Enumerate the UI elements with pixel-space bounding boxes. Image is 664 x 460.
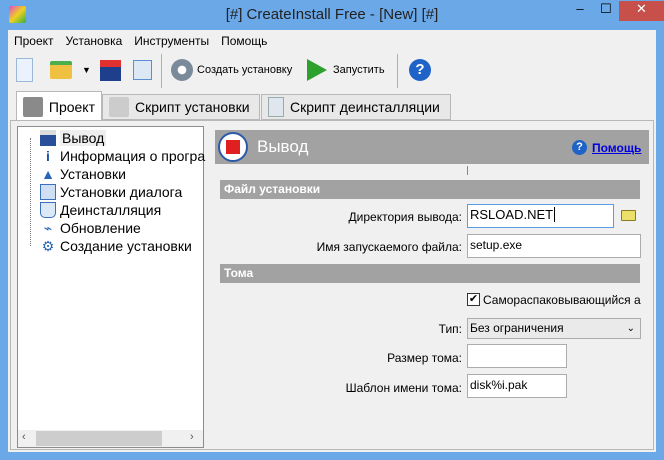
tree-item-update[interactable]: ⌁ Обновление	[40, 219, 141, 237]
type-select[interactable]: Без ограничения ⌄	[467, 318, 641, 339]
header-title: Вывод	[257, 137, 309, 156]
output-dir-input[interactable]: RSLOAD.NET	[467, 204, 614, 228]
type-label: Тип:	[438, 322, 462, 336]
tree-label: Вывод	[60, 130, 107, 146]
gears-icon	[171, 59, 193, 81]
section-file: Файл установки	[220, 180, 640, 199]
volume-template-label: Шаблон имени тома:	[345, 381, 462, 395]
tab-label: Проект	[48, 98, 95, 115]
scrollbar-thumb[interactable]	[36, 431, 162, 446]
satellite-icon: ⌁	[43, 220, 53, 236]
build-button[interactable]: Создать установку	[171, 56, 292, 84]
menu-help[interactable]: Помощь	[215, 32, 273, 50]
tree-item-settings[interactable]: ▲ Установки	[40, 165, 126, 183]
divider	[467, 166, 468, 175]
run-button[interactable]: Запустить	[307, 56, 385, 84]
sfx-checkbox[interactable]: ✔	[467, 293, 480, 306]
title-bar: [#] CreateInstall Free - [New] [#] – ☐ ✕	[0, 0, 664, 30]
sfx-label: Самораспаковывающийся арх	[483, 293, 641, 307]
new-file-icon	[16, 58, 33, 82]
type-value: Без ограничения	[470, 321, 564, 335]
maximize-button[interactable]: ☐	[593, 1, 619, 21]
tree-label: Установки диалога	[60, 184, 183, 200]
tab-label: Скрипт установки	[135, 99, 250, 115]
scroll-left-icon[interactable]: ‹	[22, 431, 26, 443]
tree-item-output[interactable]: Вывод	[40, 129, 107, 147]
menu-tools[interactable]: Инструменты	[128, 32, 215, 50]
output-dir-value: RSLOAD.NET	[470, 207, 554, 222]
project-icon	[23, 96, 43, 117]
volume-size-input[interactable]	[467, 344, 567, 368]
output-dir-label: Директория вывода:	[348, 210, 462, 224]
tree-item-dialog-settings[interactable]: Установки диалога	[40, 183, 182, 201]
browse-folder-icon[interactable]	[621, 210, 636, 221]
toolbar-separator	[161, 54, 162, 88]
uninstall-icon	[40, 202, 56, 218]
cd-icon	[109, 97, 129, 117]
project-tree: Вывод i Информация о програ ▲ Установки Ус…	[17, 126, 205, 448]
chevron-down-icon: ▼	[82, 65, 91, 75]
tree-label: Обновление	[60, 220, 141, 236]
tab-install-script[interactable]: Скрипт установки	[102, 94, 260, 120]
help-icon: ?	[409, 59, 431, 81]
volume-template-input[interactable]: disk%i.pak	[467, 374, 567, 398]
chevron-down-icon: ⌄	[626, 323, 635, 334]
toolbar-separator	[397, 54, 398, 88]
exe-name-label: Имя запускаемого файла:	[316, 240, 462, 254]
tree-horizontal-scrollbar[interactable]: ‹ ›	[18, 430, 203, 447]
tab-uninstall-script[interactable]: Скрипт деинсталляции	[261, 94, 451, 120]
new-button[interactable]	[16, 56, 33, 84]
dialog-icon	[40, 184, 56, 200]
floppy-icon	[40, 130, 56, 146]
tree-label: Создание установки	[60, 238, 192, 254]
window-title: [#] CreateInstall Free - [New] [#]	[225, 6, 439, 23]
tree-item-build[interactable]: ⚙ Создание установки	[40, 237, 192, 255]
scroll-right-icon[interactable]: ›	[190, 431, 194, 443]
tree-label: Информация о програ	[60, 148, 206, 164]
help-button[interactable]: ?	[409, 56, 431, 84]
tab-label: Скрипт деинсталляции	[290, 99, 440, 115]
gear-icon: ⚙	[41, 238, 55, 254]
open-button[interactable]	[50, 56, 72, 84]
tree-item-info[interactable]: i Информация о програ	[40, 147, 205, 165]
menu-bar: Проект Установка Инструменты Помощь	[8, 32, 273, 50]
build-label: Создать установку	[197, 64, 293, 76]
help-icon[interactable]: ?	[572, 140, 587, 155]
tab-project[interactable]: Проект	[16, 91, 102, 121]
shapes-icon: ▲	[41, 166, 55, 182]
close-button[interactable]: ✕	[619, 1, 664, 21]
open-folder-icon	[50, 61, 72, 79]
info-icon: i	[46, 148, 50, 164]
help-link[interactable]: Помощь	[592, 141, 641, 155]
section-header: Вывод ? Помощь	[215, 130, 649, 164]
tree-label: Деинсталляция	[60, 202, 162, 218]
print-icon	[133, 60, 152, 80]
menu-project[interactable]: Проект	[8, 32, 60, 50]
tree-item-uninstall[interactable]: Деинсталляция	[40, 201, 161, 219]
floppy-icon	[218, 132, 248, 162]
tree-label: Установки	[60, 166, 126, 182]
print-button[interactable]	[133, 56, 152, 84]
save-button[interactable]	[100, 56, 121, 84]
play-icon	[307, 59, 327, 81]
volume-size-label: Размер тома:	[387, 351, 462, 365]
section-volumes: Тома	[220, 264, 640, 283]
open-dropdown-button[interactable]: ▼	[82, 56, 91, 84]
menu-setup[interactable]: Установка	[60, 32, 129, 50]
run-label: Запустить	[333, 64, 385, 76]
minimize-button[interactable]: –	[567, 1, 593, 21]
recycle-bin-icon	[268, 97, 284, 117]
exe-name-input[interactable]: setup.exe	[467, 234, 641, 258]
save-icon	[100, 59, 121, 81]
